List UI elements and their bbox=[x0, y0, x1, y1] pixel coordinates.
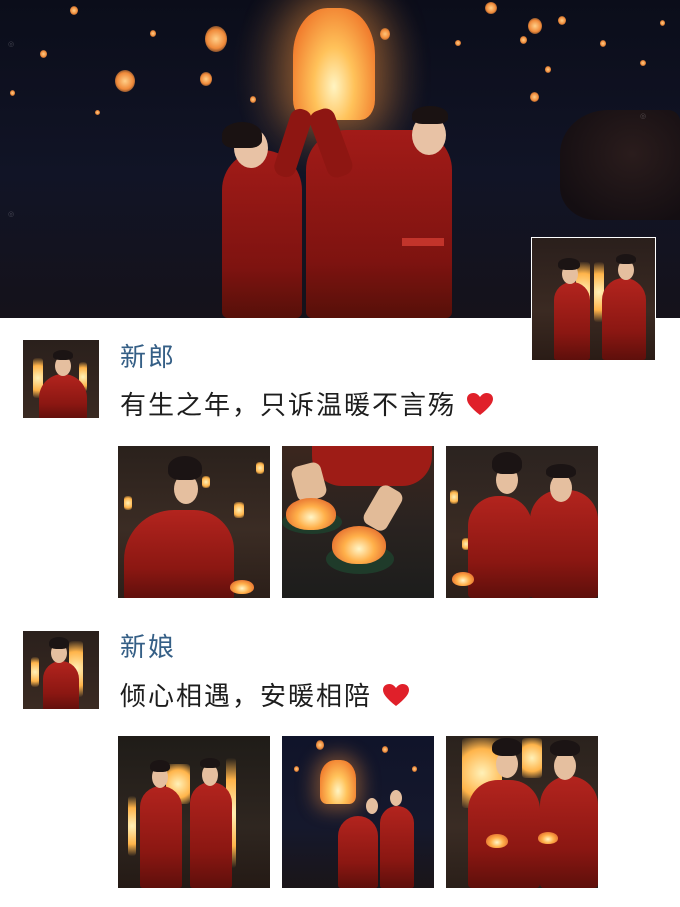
avatar-bride[interactable] bbox=[23, 631, 99, 709]
lantern-dot bbox=[485, 2, 497, 14]
lantern-dot bbox=[412, 766, 417, 772]
lantern-dot bbox=[558, 16, 566, 25]
bride-robe bbox=[124, 510, 234, 598]
author-name-bride[interactable]: 新娘 bbox=[120, 627, 176, 664]
sleeve bbox=[312, 446, 432, 486]
bride-hair bbox=[558, 258, 580, 270]
bride-face bbox=[366, 798, 378, 814]
lotus-lantern bbox=[286, 498, 336, 530]
groom-face bbox=[554, 752, 576, 780]
groom-hat bbox=[550, 740, 580, 756]
lantern-dot bbox=[660, 20, 665, 26]
post-text-bride: 倾心相遇，安暖相陪 bbox=[120, 676, 410, 713]
post-text: 有生之年，只诉温暖不言殇 bbox=[120, 391, 457, 421]
groom-hat bbox=[200, 758, 220, 768]
lantern-dot bbox=[640, 60, 646, 66]
bride-robe bbox=[338, 816, 378, 888]
groom-robe bbox=[602, 278, 646, 360]
groom-face bbox=[550, 474, 572, 502]
lantern-dot bbox=[380, 28, 390, 40]
sky-lantern bbox=[320, 760, 356, 804]
groom-face bbox=[390, 790, 402, 806]
sky-lantern bbox=[293, 8, 375, 120]
red-heart-icon bbox=[383, 683, 410, 706]
lantern-dot bbox=[40, 50, 47, 58]
bride-robe bbox=[43, 661, 79, 709]
watermark: ◎ bbox=[8, 210, 16, 218]
lantern-dot bbox=[250, 96, 256, 103]
lantern-dot bbox=[95, 110, 100, 115]
bride-hair bbox=[492, 452, 522, 474]
lantern-dot bbox=[455, 40, 461, 46]
post-text-groom: 有生之年，只诉温暖不言殇 bbox=[120, 385, 494, 422]
post-text: 倾心相遇，安暖相陪 bbox=[120, 682, 373, 712]
lantern-dot bbox=[530, 92, 539, 102]
candle-light bbox=[450, 490, 458, 504]
lantern-dot bbox=[294, 766, 299, 772]
lantern-dot bbox=[115, 70, 135, 92]
watermark: ◎ bbox=[640, 112, 648, 120]
groom-belt bbox=[402, 238, 444, 246]
candle-light bbox=[202, 476, 210, 488]
lantern-dot bbox=[70, 6, 78, 15]
inset-photo-couple[interactable] bbox=[531, 237, 656, 361]
moments-page: ◎ ◎ ◎ 新郎 有生之年，只诉温暖不言殇 新娘 倾心相遇，安暖相陪 bbox=[0, 0, 680, 907]
lantern-dot bbox=[528, 18, 542, 34]
lantern-dot bbox=[520, 36, 527, 44]
groom-hat bbox=[616, 254, 636, 264]
groom-hat bbox=[53, 350, 73, 360]
lantern-dot bbox=[200, 72, 212, 86]
lantern-light bbox=[522, 738, 542, 778]
rock-formation bbox=[560, 110, 680, 220]
candle-light bbox=[124, 496, 132, 510]
groom-robe bbox=[190, 782, 232, 888]
bride-robe bbox=[554, 282, 590, 360]
photo-grid-1-item-3[interactable] bbox=[446, 446, 598, 598]
watermark: ◎ bbox=[8, 40, 16, 48]
bride-robe bbox=[468, 780, 540, 888]
groom-robe bbox=[530, 490, 598, 598]
lantern-light bbox=[31, 657, 39, 687]
lotus-lantern bbox=[486, 834, 508, 848]
lantern-dot bbox=[10, 90, 15, 96]
avatar-groom[interactable] bbox=[23, 340, 99, 418]
bride-hair bbox=[49, 637, 69, 649]
lotus-lantern bbox=[332, 526, 386, 564]
candle-light bbox=[234, 502, 244, 518]
lotus-lantern bbox=[452, 572, 474, 586]
photo-grid-2-item-1[interactable] bbox=[118, 736, 270, 888]
lantern-dot bbox=[150, 30, 156, 37]
lantern-dot bbox=[545, 66, 551, 73]
lotus-lantern bbox=[230, 580, 254, 594]
red-heart-icon bbox=[467, 392, 494, 415]
lotus-lantern bbox=[538, 832, 558, 844]
bride-hair bbox=[168, 456, 202, 480]
photo-grid-1-item-1[interactable] bbox=[118, 446, 270, 598]
bride-robe bbox=[468, 496, 532, 598]
bride-hair bbox=[492, 738, 522, 756]
groom-hat bbox=[546, 464, 576, 478]
lantern-light bbox=[128, 796, 136, 856]
lantern-dot bbox=[600, 40, 606, 47]
photo-grid-1-item-2[interactable] bbox=[282, 446, 434, 598]
bride-robe bbox=[140, 786, 182, 888]
bride-hair bbox=[222, 122, 262, 148]
photo-grid-2-item-2[interactable] bbox=[282, 736, 434, 888]
groom-robe bbox=[39, 374, 87, 418]
lantern-dot bbox=[316, 740, 324, 750]
lantern-dot bbox=[205, 26, 227, 52]
groom-robe bbox=[380, 806, 414, 888]
candle-light bbox=[256, 462, 264, 474]
author-name-groom[interactable]: 新郎 bbox=[120, 337, 176, 374]
photo-grid-2-item-3[interactable] bbox=[446, 736, 598, 888]
groom-hat bbox=[412, 106, 448, 124]
lantern-dot bbox=[382, 746, 388, 753]
bride-hair bbox=[150, 760, 170, 772]
hand bbox=[360, 482, 406, 534]
